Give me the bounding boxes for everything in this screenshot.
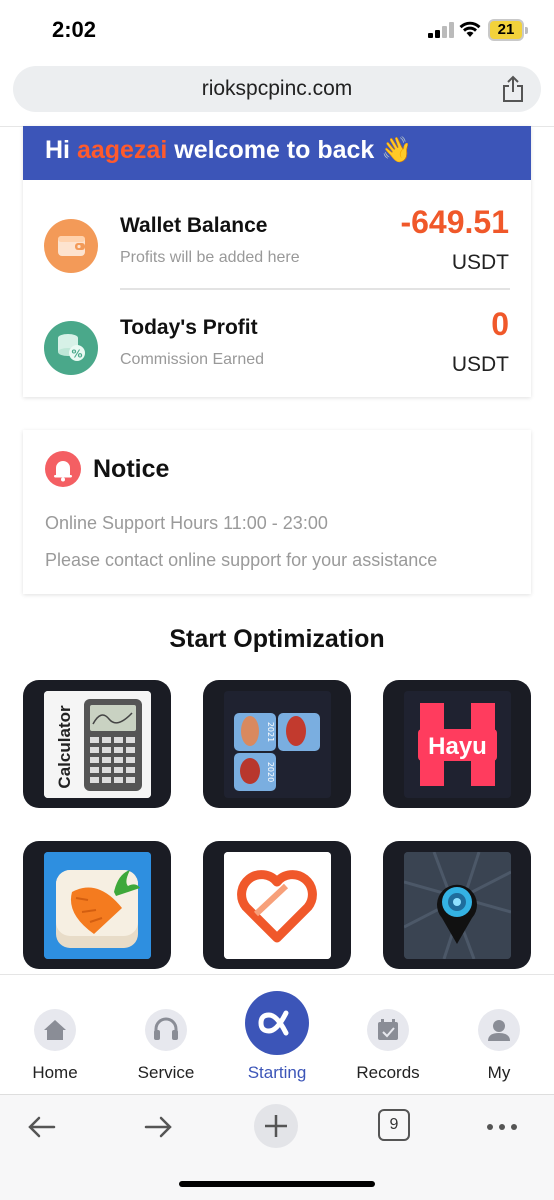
coins-percent-icon: % — [44, 321, 98, 375]
tab-my-label: My — [487, 1063, 511, 1082]
status-bar: 2:02 21 — [0, 0, 554, 60]
home-icon — [34, 1009, 76, 1051]
anatomy-year-2: 2020 — [266, 762, 275, 782]
tab-starting[interactable]: Starting — [227, 1009, 327, 1083]
tab-home[interactable]: Home — [5, 1009, 105, 1083]
notice-title: Notice — [93, 455, 170, 483]
new-tab-plus-icon[interactable] — [253, 1103, 299, 1149]
more-options-icon[interactable] — [484, 1109, 520, 1145]
greeting-suffix: welcome to back — [174, 136, 375, 164]
todays-profit-value: 0 — [491, 306, 509, 342]
wallet-balance-title: Wallet Balance — [120, 214, 268, 237]
back-arrow-icon[interactable] — [24, 1109, 60, 1145]
location-app-icon — [404, 852, 511, 959]
app-tile-location[interactable] — [383, 841, 531, 969]
tab-starting-label: Starting — [247, 1063, 307, 1082]
cellular-signal-icon — [428, 22, 454, 38]
hayu-art-text: Hayu — [428, 733, 487, 760]
username: aagezai — [76, 136, 168, 164]
tab-records-label: Records — [356, 1063, 420, 1082]
bottom-tab-bar: Home Service Starting Records My — [0, 974, 554, 1094]
start-optimization-title: Start Optimization — [169, 625, 385, 653]
wallet-balance-subtitle: Profits will be added here — [120, 249, 300, 266]
calendar-icon — [367, 1009, 409, 1051]
notice-contact-text: Please contact online support for your a… — [45, 550, 438, 570]
balance-card: Hi aagezai welcome to back 👋 Wallet Bala… — [23, 126, 531, 397]
share-icon[interactable] — [501, 75, 525, 103]
wallet-icon — [44, 219, 98, 273]
notice-support-hours: Online Support Hours 11:00 - 23:00 — [45, 513, 328, 533]
tab-home-label: Home — [32, 1063, 78, 1082]
url-text[interactable]: riokspcpinc.com — [13, 77, 541, 101]
app-tile-calculator[interactable]: Calculator — [23, 680, 171, 808]
wallet-balance-unit: USDT — [451, 251, 509, 274]
calculator-art-text: Calculator — [55, 705, 74, 789]
anatomy-app-icon: 2021 2020 — [224, 691, 331, 798]
todays-profit-subtitle: Commission Earned — [120, 351, 265, 368]
heart-app-icon — [224, 852, 331, 959]
user-icon — [478, 1009, 520, 1051]
todays-profit-unit: USDT — [451, 353, 509, 376]
bell-icon — [45, 451, 81, 487]
anatomy-year-1: 2021 — [266, 722, 275, 742]
carrot-game-app-icon — [44, 852, 151, 959]
battery-level: 21 — [497, 21, 515, 38]
wallet-balance-value: -649.51 — [400, 204, 509, 240]
tab-my[interactable]: My — [449, 1009, 549, 1083]
stat-divider — [120, 288, 510, 290]
svg-text:%: % — [71, 348, 82, 361]
app-tile-anatomy[interactable]: 2021 2020 — [203, 680, 351, 808]
calculator-app-icon: Calculator — [44, 691, 151, 798]
tab-service-label: Service — [137, 1063, 195, 1082]
tab-switcher-button[interactable]: 9 — [378, 1109, 410, 1141]
welcome-banner: Hi aagezai welcome to back 👋 — [23, 126, 531, 180]
wallet-balance-row: Wallet Balance Profits will be added her… — [23, 194, 531, 289]
home-indicator — [179, 1181, 375, 1187]
greeting-prefix: Hi — [45, 136, 70, 164]
headset-icon — [145, 1009, 187, 1051]
tab-count: 9 — [389, 1116, 399, 1133]
tab-records[interactable]: Records — [338, 1009, 438, 1083]
todays-profit-title: Today's Profit — [120, 316, 258, 339]
wave-emoji: 👋 — [381, 136, 413, 164]
forward-arrow-icon[interactable] — [140, 1109, 176, 1145]
todays-profit-row: % Today's Profit Commission Earned 0 USD… — [23, 296, 531, 391]
app-tile-hayu[interactable]: Hayu — [383, 680, 531, 808]
app-tile-carrot-game[interactable] — [23, 841, 171, 969]
wifi-icon — [459, 21, 481, 37]
status-time: 2:02 — [52, 17, 97, 42]
hayu-app-icon: Hayu — [404, 691, 511, 798]
battery-icon: 21 — [488, 19, 528, 41]
address-bar[interactable]: riokspcpinc.com — [13, 66, 541, 112]
app-tile-heart[interactable] — [203, 841, 351, 969]
notice-card: Notice Online Support Hours 11:00 - 23:0… — [23, 430, 531, 594]
tab-service[interactable]: Service — [116, 1009, 216, 1083]
